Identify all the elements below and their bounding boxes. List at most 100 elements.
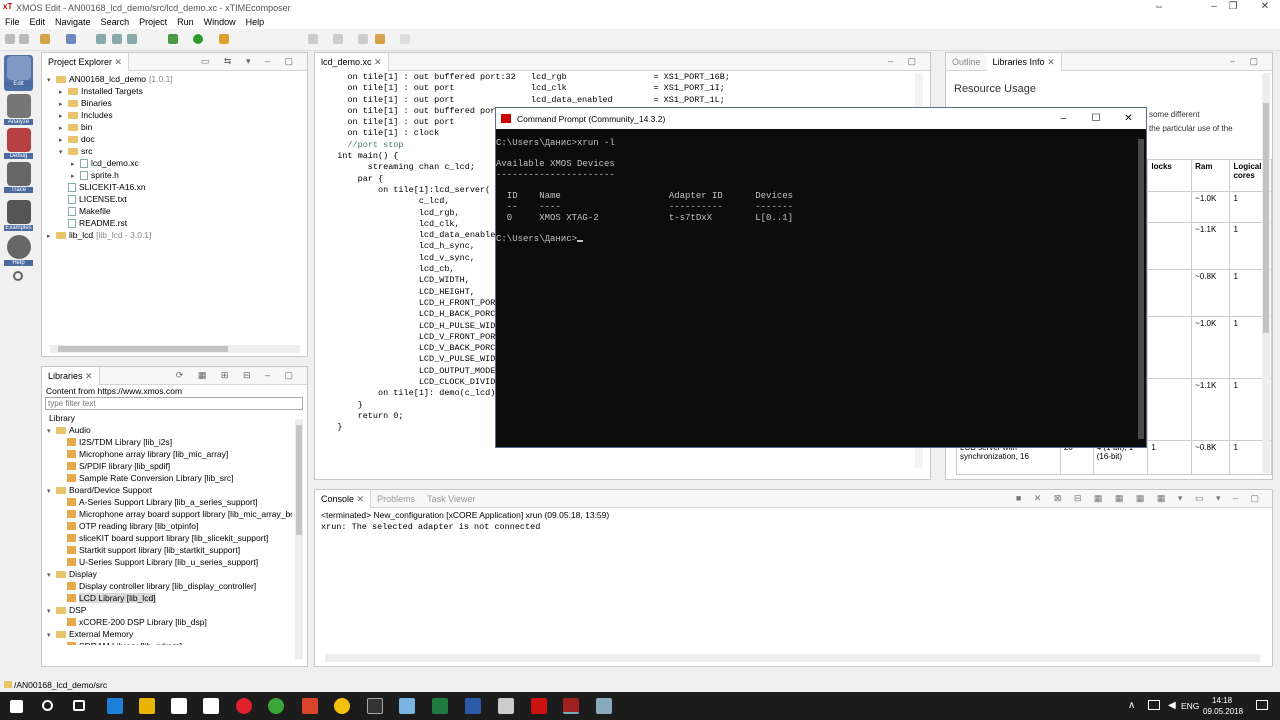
console-controls[interactable]: ■ ✕ ⊠ ⊟ ▦ ▦ ▦ ▦ ▾ ▭ ▾ – ▢ — [1016, 493, 1264, 504]
menu-item[interactable]: Search — [101, 17, 130, 27]
library-item[interactable]: Microphone array board support library [… — [47, 508, 292, 520]
word-icon[interactable] — [465, 698, 481, 714]
tool-icon[interactable] — [127, 34, 137, 44]
tab-lcd-demo[interactable]: lcd_demo.xc ✕ — [315, 52, 389, 71]
library-item[interactable]: OTP reading library [lib_otpinfo] — [47, 520, 292, 532]
view-controls[interactable]: ⟳ ▦ ⊞ ⊟ – ▢ — [176, 370, 299, 381]
expand-icon[interactable]: ▾ — [47, 75, 56, 87]
tree-item[interactable]: SLICEKIT-A16.xn — [47, 181, 307, 193]
close-tab-icon[interactable]: ✕ — [374, 57, 382, 67]
menu-item[interactable]: Edit — [30, 17, 46, 27]
xtimecomposer-icon[interactable] — [531, 698, 547, 714]
app-icon[interactable] — [399, 698, 415, 714]
tab-console[interactable]: Console ✕ — [315, 489, 372, 508]
tab-libraries[interactable]: Libraries ✕ — [42, 366, 100, 385]
run-icon[interactable] — [193, 34, 203, 44]
settings-icon[interactable] — [13, 271, 23, 281]
cmd-icon[interactable] — [367, 698, 383, 714]
close-tab-icon[interactable]: ✕ — [85, 371, 93, 381]
library-item[interactable]: Microphone array library [lib_mic_array] — [47, 448, 292, 460]
nav-icon[interactable] — [358, 34, 368, 44]
vertical-scrollbar[interactable] — [1262, 73, 1270, 473]
menu-item[interactable]: Run — [177, 17, 194, 27]
cmd-close-button[interactable]: ✕ — [1111, 113, 1146, 124]
library-group[interactable]: ▾ DSP — [47, 604, 292, 616]
start-icon[interactable] — [10, 700, 23, 713]
library-group[interactable]: ▾ Board/Device Support — [47, 484, 292, 496]
utorrent-icon[interactable] — [268, 698, 284, 714]
library-item[interactable]: A-Series Support Library [lib_a_series_s… — [47, 496, 292, 508]
expand-icon[interactable]: ▾ — [47, 630, 56, 642]
mail-icon[interactable] — [203, 698, 219, 714]
nav-icon[interactable] — [308, 34, 318, 44]
library-item[interactable]: Display controller library [lib_display_… — [47, 580, 292, 592]
clock-time[interactable]: 14:18 — [1212, 696, 1232, 705]
cmd-scrollbar[interactable] — [1136, 129, 1146, 447]
library-item[interactable]: Startkit support library [lib_startkit_s… — [47, 544, 292, 556]
tree-item[interactable]: ▸ lib_lcd [lib_lcd - 3.0.1] — [47, 229, 307, 241]
tab-outline[interactable]: Outline — [946, 57, 987, 67]
library-item[interactable]: xCORE-200 DSP Library [lib_dsp] — [47, 616, 292, 628]
back-icon[interactable] — [375, 34, 385, 44]
view-controls[interactable]: – ▢ — [888, 56, 922, 67]
app-icon[interactable] — [498, 698, 514, 714]
tree-item[interactable]: Makefile — [47, 205, 307, 217]
tree-item[interactable]: ▸ Binaries — [47, 97, 307, 109]
app-icon[interactable] — [596, 698, 612, 714]
debug-icon[interactable] — [66, 34, 76, 44]
library-item[interactable]: I2S/TDM Library [lib_i2s] — [47, 436, 292, 448]
view-controls[interactable]: ▭ ⇆ ▾ – ▢ — [201, 56, 299, 67]
acrobat-icon[interactable] — [302, 698, 318, 714]
network-icon[interactable] — [1148, 700, 1160, 710]
close-tab-icon[interactable]: ✕ — [1047, 57, 1055, 67]
expand-icon[interactable]: ▾ — [47, 570, 56, 582]
tree-item[interactable]: ▾ src — [47, 145, 307, 157]
forward-icon[interactable] — [400, 34, 410, 44]
tree-item[interactable]: ▾ AN00168_lcd_demo [1.0.1] — [47, 73, 307, 85]
expand-icon[interactable]: ▸ — [47, 231, 56, 243]
perspective-debug[interactable]: Debug — [4, 127, 33, 163]
library-item[interactable]: SDRAM Library [lib_sdram] — [47, 640, 292, 645]
horizontal-scrollbar[interactable] — [50, 345, 300, 353]
expand-icon[interactable]: ▾ — [47, 486, 56, 498]
menu-item[interactable]: Project — [139, 17, 167, 27]
tab-problems[interactable]: Problems — [371, 494, 421, 504]
perspective-examples[interactable]: Examples — [4, 199, 33, 235]
tree-item[interactable]: ▸ sprite.h — [47, 169, 307, 181]
language-indicator[interactable]: ENG — [1181, 701, 1199, 711]
library-item[interactable]: S/PDIF library [lib_spdif] — [47, 460, 292, 472]
edge-icon[interactable] — [107, 698, 123, 714]
library-item[interactable]: Sample Rate Conversion Library [lib_src] — [47, 472, 292, 484]
tab-libraries-info[interactable]: Libraries Info ✕ — [986, 53, 1062, 71]
chrome-icon[interactable] — [334, 698, 350, 714]
command-prompt-task-icon[interactable] — [563, 698, 579, 714]
perspective-edit[interactable]: Edit — [4, 55, 33, 91]
close-button[interactable]: ✕ — [1246, 0, 1280, 15]
resize-icon[interactable]: ⇔ — [1140, 0, 1178, 15]
tree-item[interactable]: ▸ Installed Targets — [47, 85, 307, 97]
tab-project-explorer[interactable]: Project Explorer ✕ — [42, 52, 130, 71]
expand-icon[interactable]: ▾ — [47, 426, 56, 438]
store-icon[interactable] — [171, 698, 187, 714]
tool-icon[interactable] — [112, 34, 122, 44]
perspective-help[interactable]: Help — [4, 234, 33, 270]
library-group[interactable]: ▾ External Memory — [47, 628, 292, 640]
library-group[interactable]: ▾ Display — [47, 568, 292, 580]
volume-icon[interactable]: ◀ — [1168, 700, 1176, 711]
tab-task-viewer[interactable]: Task Viewer — [421, 494, 481, 504]
perspective-analyze[interactable]: Analyze — [4, 93, 33, 129]
build-icon[interactable] — [40, 34, 50, 44]
library-group[interactable]: ▾ Audio — [47, 424, 292, 436]
chevron-up-icon[interactable]: ∧ — [1128, 700, 1135, 711]
menu-item[interactable]: Navigate — [55, 17, 91, 27]
debug-run-icon[interactable] — [168, 34, 178, 44]
tree-item[interactable]: ▸ Includes — [47, 109, 307, 121]
task-view-icon[interactable] — [73, 700, 85, 711]
tool-icon[interactable] — [96, 34, 106, 44]
tree-item[interactable]: ▸ doc — [47, 133, 307, 145]
tree-item[interactable]: ▸ lcd_demo.xc — [47, 157, 307, 169]
cmd-output[interactable]: C:\Users\Данис>xrun -l Available XMOS Dev… — [496, 129, 1146, 245]
opera-icon[interactable] — [236, 698, 252, 714]
close-tab-icon[interactable]: ✕ — [357, 494, 365, 504]
search-icon[interactable] — [42, 700, 53, 711]
